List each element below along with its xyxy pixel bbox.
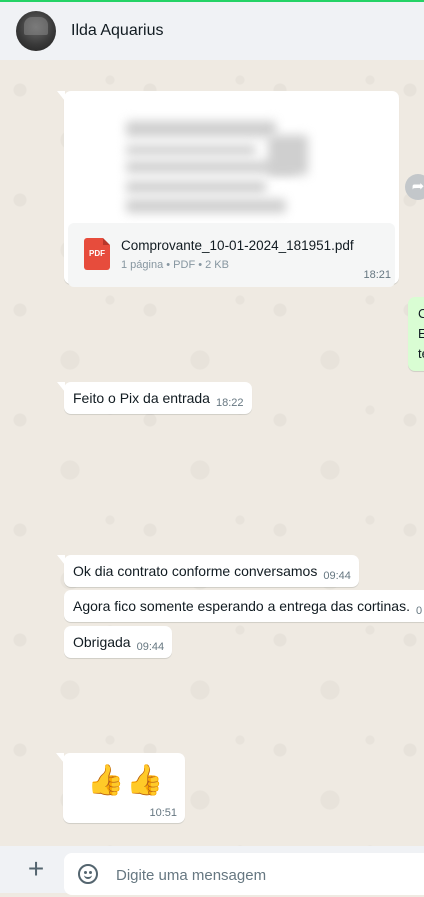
plus-icon[interactable]: + [24, 855, 48, 883]
document-preview[interactable] [68, 95, 395, 223]
message-text: Ok dia contrato conforme conversamos [73, 563, 318, 579]
message-text-line: E [418, 326, 424, 341]
document-message[interactable]: PDF Comprovante_10-01-2024_181951.pdf 1 … [57, 91, 399, 287]
message-time: 09:44 [136, 641, 165, 653]
message-time: 10:51 [149, 807, 177, 819]
emoji-message[interactable]: 👍👍 10:51 [56, 753, 185, 823]
pdf-file-icon: PDF [84, 238, 110, 270]
incoming-message[interactable]: Ok dia contrato conforme conversamos 09:… [57, 555, 359, 587]
message-text: Agora fico somente esperando a entrega d… [73, 598, 410, 614]
emoji-icon[interactable] [78, 864, 98, 884]
message-text-line: C [418, 306, 424, 321]
contact-name[interactable]: Ilda Aquarius [71, 22, 164, 40]
outgoing-message[interactable]: C E te [408, 297, 424, 371]
file-name: Comprovante_10-01-2024_181951.pdf [121, 238, 354, 253]
chat-header[interactable]: Ilda Aquarius [0, 0, 424, 60]
message-text: Obrigada [73, 634, 131, 650]
message-input-box[interactable] [64, 853, 424, 897]
message-time: 09:44 [323, 570, 351, 582]
document-file[interactable]: PDF Comprovante_10-01-2024_181951.pdf 1 … [68, 223, 395, 287]
message-time: 18:22 [215, 397, 244, 409]
thumbs-up-emoji: 👍👍 [87, 764, 166, 797]
message-time: 0 [415, 605, 423, 617]
contact-avatar[interactable] [16, 11, 56, 51]
incoming-message[interactable]: Feito o Pix da entrada 18:22 [57, 382, 252, 414]
incoming-message[interactable]: Obrigada 09:44 [64, 626, 173, 658]
message-input[interactable] [114, 853, 418, 897]
message-text: Feito o Pix da entrada [73, 390, 210, 406]
incoming-message[interactable]: Agora fico somente esperando a entrega d… [64, 590, 424, 622]
compose-bar: + [0, 846, 424, 897]
file-meta: 1 página • PDF • 2 KB [121, 259, 229, 271]
message-time: 18:21 [363, 269, 391, 281]
message-list[interactable]: PDF Comprovante_10-01-2024_181951.pdf 1 … [0, 60, 424, 846]
forward-icon[interactable]: ➦ [405, 174, 424, 200]
message-text-line: te [418, 346, 424, 361]
